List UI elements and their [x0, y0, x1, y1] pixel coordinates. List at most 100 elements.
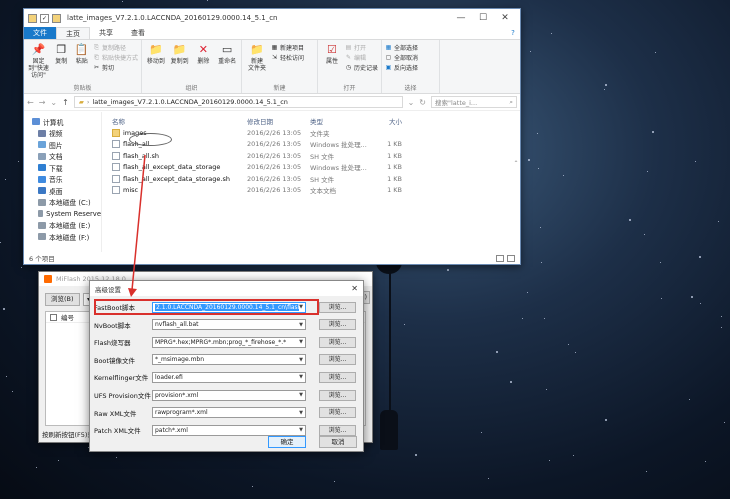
- vertical-scrollbar[interactable]: ⌃: [512, 160, 520, 210]
- browse-button[interactable]: 浏览(B): [45, 293, 80, 306]
- easy-access-button[interactable]: ⇲ 轻松访问: [271, 53, 304, 62]
- tab-home[interactable]: 主页: [56, 27, 90, 39]
- browse-button[interactable]: 浏览...: [319, 424, 356, 436]
- column-date[interactable]: 修改日期: [247, 116, 310, 126]
- large-icons-view-icon[interactable]: [507, 254, 515, 262]
- file-row[interactable]: flash_all.sh 2016/2/26 13:05 SH 文件 1 KB: [112, 150, 520, 162]
- browse-button[interactable]: 浏览...: [319, 319, 356, 331]
- edit-button[interactable]: ✎ 编辑: [345, 53, 378, 62]
- copy-path-button[interactable]: ⎘ 复制路径: [93, 43, 138, 52]
- copy-to-button[interactable]: 📁 复制到: [169, 42, 191, 84]
- file-row[interactable]: flash_all_except_data_storage.sh 2016/2/2…: [112, 173, 520, 185]
- chevron-down-icon[interactable]: ▼: [299, 427, 303, 433]
- select-all-button[interactable]: ▦ 全部选择: [385, 43, 418, 52]
- maximize-button[interactable]: ☐: [472, 13, 494, 23]
- file-row[interactable]: misc 2016/2/26 13:05 文本文档 1 KB: [112, 185, 520, 197]
- forward-arrow-icon[interactable]: →: [39, 98, 46, 107]
- nav-item[interactable]: 桌面: [24, 185, 101, 197]
- nav-item[interactable]: 本地磁盘 (E:): [24, 220, 101, 232]
- select-none-button[interactable]: ▢ 全部取消: [385, 53, 418, 62]
- details-view-icon[interactable]: [496, 254, 504, 262]
- select-all-checkbox[interactable]: [50, 313, 57, 321]
- nav-item[interactable]: 文档: [24, 151, 101, 163]
- folder-icon[interactable]: [28, 13, 37, 23]
- back-arrow-icon[interactable]: ←: [27, 98, 34, 107]
- chevron-down-icon[interactable]: ▼: [299, 392, 303, 398]
- star: [115, 457, 117, 459]
- setting-combobox[interactable]: MPRG*.hex;MPRG*.mbn;prog_*_firehose_*.* ▼: [152, 336, 306, 348]
- chevron-down-icon[interactable]: ▼: [299, 357, 303, 363]
- tab-share[interactable]: 共享: [90, 27, 122, 39]
- nav-item[interactable]: 音乐: [24, 174, 101, 186]
- browse-button[interactable]: 浏览...: [319, 354, 356, 366]
- recent-dropdown-icon[interactable]: ⌄: [50, 98, 57, 107]
- rename-label: 重命名: [218, 58, 237, 65]
- nav-item[interactable]: System Reserve: [24, 208, 101, 220]
- scroll-up-icon[interactable]: ⌃: [512, 160, 520, 167]
- file-row[interactable]: images 2016/2/26 13:05 文件夹: [112, 127, 520, 139]
- setting-combobox[interactable]: provision*.xml ▼: [152, 389, 306, 401]
- setting-value: nvflash_all.bat: [155, 321, 199, 329]
- chevron-down-icon[interactable]: ▼: [299, 410, 303, 416]
- setting-combobox[interactable]: *_msimage.mbn ▼: [152, 354, 306, 366]
- nav-item[interactable]: 计算机: [24, 116, 101, 128]
- column-type[interactable]: 类型: [310, 116, 372, 126]
- chevron-down-icon[interactable]: ▼: [299, 339, 303, 345]
- setting-combobox[interactable]: loader.efi ▼: [152, 371, 306, 383]
- tab-view[interactable]: 查看: [122, 27, 154, 39]
- file-row[interactable]: flash_all_except_data_storage 2016/2/26 1…: [112, 162, 520, 174]
- copy-path-icon: ⎘: [94, 44, 99, 51]
- setting-combobox[interactable]: patch*.xml ▼: [152, 424, 306, 436]
- search-box[interactable]: 搜索"latte_i... ⌕: [431, 96, 517, 108]
- minimize-button[interactable]: —: [450, 13, 472, 23]
- delete-button[interactable]: ✕ 删除: [193, 42, 215, 84]
- rename-button[interactable]: ▭ 重命名: [216, 42, 238, 84]
- cancel-button[interactable]: 取消: [319, 436, 357, 448]
- tab-file[interactable]: 文件: [24, 27, 56, 39]
- close-button[interactable]: ✕: [494, 13, 516, 23]
- nav-item[interactable]: 视频: [24, 128, 101, 140]
- column-size[interactable]: 大小: [372, 116, 402, 126]
- setting-combobox[interactable]: nvflash_all.bat ▼: [152, 319, 306, 331]
- star: [415, 454, 418, 457]
- ok-button[interactable]: 确定: [268, 436, 306, 448]
- paste-shortcut-button[interactable]: ⎗ 粘贴快捷方式: [93, 53, 138, 62]
- copy-button[interactable]: ❐ 复制: [52, 42, 70, 84]
- browse-button[interactable]: 浏览...: [319, 301, 356, 313]
- chevron-down-icon[interactable]: ▼: [299, 374, 303, 380]
- browse-button[interactable]: 浏览...: [319, 407, 356, 419]
- nav-item[interactable]: 本地磁盘 (C:): [24, 197, 101, 209]
- setting-combobox[interactable]: rawprogram*.xml ▼: [152, 407, 306, 419]
- refresh-icon[interactable]: ↻: [419, 98, 426, 107]
- close-icon[interactable]: ✕: [351, 284, 358, 293]
- column-name[interactable]: 名称: [112, 116, 247, 126]
- address-dropdown-icon[interactable]: ⌄: [408, 98, 415, 107]
- chevron-down-icon[interactable]: ▼: [299, 322, 303, 328]
- new-folder-button[interactable]: 📁 新建 文件夹: [245, 42, 269, 84]
- history-button[interactable]: ◷ 历史记录: [345, 63, 378, 72]
- new-item-button[interactable]: ▦ 新建项目: [271, 43, 304, 52]
- nav-item[interactable]: 本地磁盘 (F:): [24, 231, 101, 243]
- nav-item[interactable]: 图片: [24, 139, 101, 151]
- address-bar[interactable]: ▰ › latte_images_V7.2.1.0.LACCNDA_201601…: [73, 96, 403, 108]
- invert-selection-button[interactable]: ▣ 反向选择: [385, 63, 418, 72]
- nav-item[interactable]: 下载: [24, 162, 101, 174]
- move-to-button[interactable]: 📁 移动到: [145, 42, 167, 84]
- file-row[interactable]: flash_all 2016/2/26 13:05 Windows 批处理... 1 …: [112, 139, 520, 151]
- browse-button[interactable]: 浏览...: [319, 371, 356, 383]
- up-arrow-icon[interactable]: ↑: [62, 98, 69, 107]
- browse-button[interactable]: 浏览...: [319, 336, 356, 348]
- properties-icon[interactable]: ✓: [40, 13, 49, 23]
- new-folder-icon[interactable]: [52, 13, 61, 23]
- cut-button[interactable]: ✂ 剪切: [93, 63, 138, 72]
- pin-quick-access-button[interactable]: 📌 固定到"快速访问": [27, 42, 50, 84]
- annotation-red-box: [94, 299, 319, 315]
- breadcrumb-path[interactable]: latte_images_V7.2.1.0.LACCNDA_20160129.0…: [92, 98, 287, 106]
- browse-button[interactable]: 浏览...: [319, 389, 356, 401]
- paste-button[interactable]: 📋 粘贴: [73, 42, 91, 84]
- open-button[interactable]: ▤ 打开: [345, 43, 378, 52]
- help-icon[interactable]: ?: [506, 27, 520, 39]
- new-small-buttons: ▦ 新建项目 ⇲ 轻松访问: [271, 42, 304, 84]
- properties-button[interactable]: ☑ 属性: [321, 42, 343, 84]
- group-open: ☑ 属性 ▤ 打开 ✎ 编辑 ◷ 历史记录 打开: [318, 40, 382, 93]
